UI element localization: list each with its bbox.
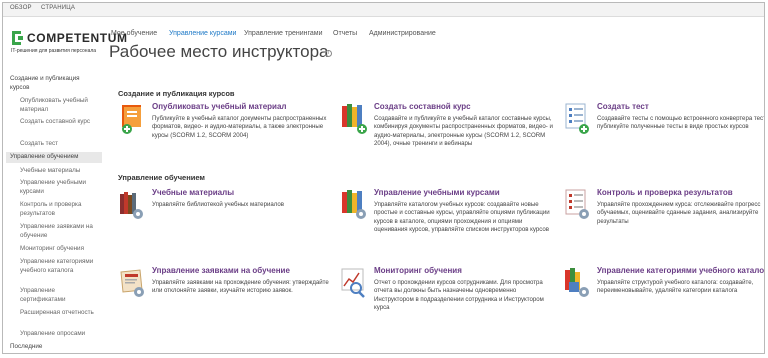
ribbon-tab-page[interactable]: СТРАНИЦА: [41, 5, 75, 11]
card-description: Публикуйте в учебный каталог документы р…: [152, 115, 327, 139]
card-title[interactable]: Создать составной курс: [374, 102, 471, 111]
catalog-categories-icon: [565, 268, 589, 297]
nav-my-learning[interactable]: Мое обучение: [111, 30, 157, 37]
card-create-test[interactable]: Создать тест Создавайте тесты с помощью …: [563, 102, 765, 164]
sidebar-item-monitoring[interactable]: Мониторинг обучения: [20, 245, 100, 254]
sidebar-item-materials[interactable]: Учебные материалы: [20, 167, 100, 176]
card-publish-material[interactable]: Опубликовать учебный материал Публикуйте…: [118, 102, 333, 164]
composite-course-icon: [342, 104, 367, 134]
requests-icon: [120, 269, 144, 297]
card-title[interactable]: Управление категориями учебного каталога: [597, 266, 764, 275]
card-description: Управляйте библиотекой учебных материало…: [152, 201, 284, 208]
ribbon-bar: ОБЗОР СТРАНИЦА: [3, 3, 764, 17]
sidebar-item-learning-management[interactable]: Управление обучением: [10, 153, 100, 162]
manage-courses-icon: [342, 190, 366, 219]
sidebar-item-results-control[interactable]: Контроль и проверка результатов: [20, 201, 100, 218]
card-title[interactable]: Учебные материалы: [152, 188, 234, 197]
nav-training-management[interactable]: Управление тренингами: [244, 30, 323, 37]
library-books-icon: [120, 192, 143, 219]
sidebar-item-surveys[interactable]: Управление опросами: [20, 330, 100, 339]
card-description: Отчет о прохождении курсов сотрудниками.…: [374, 279, 544, 311]
page-title: Рабочее место инструктора: [109, 42, 329, 61]
card-requests[interactable]: Управление заявками на обучение Управляй…: [118, 266, 333, 328]
sidebar-item-create-publish[interactable]: Создание и публикация курсов: [10, 75, 100, 92]
sidebar-item-certificates[interactable]: Управление сертификатами: [20, 287, 100, 304]
logo-tagline: IT-решения для развития персонала: [11, 48, 97, 54]
card-composite-course[interactable]: Создать составной курс Создавайте и публ…: [340, 102, 555, 164]
nav-administration[interactable]: Администрирование: [369, 30, 436, 37]
sidebar-item-manage-courses[interactable]: Управление учебными курсами: [20, 179, 100, 196]
card-description: Создавайте тесты с помощью встроенного к…: [597, 115, 765, 131]
card-title[interactable]: Опубликовать учебный материал: [152, 102, 287, 111]
sidebar-item-composite-course[interactable]: Создать составной курс: [20, 118, 100, 127]
card-catalog-categories[interactable]: Управление категориями учебного каталога…: [563, 266, 764, 328]
card-description: Управляйте прохождением курса: отслежива…: [597, 201, 761, 225]
card-description: Управляйте заявками на прохождение обуче…: [152, 279, 329, 295]
card-title[interactable]: Мониторинг обучения: [374, 266, 462, 275]
card-title[interactable]: Создать тест: [597, 102, 649, 111]
card-monitoring[interactable]: Мониторинг обучения Отчет о прохождении …: [340, 266, 555, 328]
monitoring-icon: [341, 268, 365, 298]
nav-reports[interactable]: Отчеты: [333, 30, 357, 37]
sidebar-item-catalog-categories[interactable]: Управление категориями учебного каталога: [20, 258, 100, 275]
publish-material-icon: [122, 105, 141, 134]
create-test-icon: [565, 103, 589, 134]
sidebar-item-create-test[interactable]: Создать тест: [20, 140, 100, 149]
section-title-create-publish: Создание и публикация курсов: [118, 89, 235, 98]
card-title[interactable]: Управление заявками на обучение: [152, 266, 290, 275]
info-icon[interactable]: i: [325, 50, 332, 57]
card-title[interactable]: Управление учебными курсами: [374, 188, 500, 197]
sidebar-item-publish-material[interactable]: Опубликовать учебный материал: [20, 97, 100, 114]
card-description: Управляйте каталогом учебных курсов: соз…: [374, 201, 550, 233]
logo-mark-icon: [12, 31, 23, 45]
sidebar-item-extended-reports[interactable]: Расширенная отчетность: [20, 309, 100, 318]
card-manage-courses[interactable]: Управление учебными курсами Управляйте к…: [340, 188, 555, 250]
sidebar-item-recent[interactable]: Последние: [10, 343, 100, 352]
card-title[interactable]: Контроль и проверка результатов: [597, 188, 733, 197]
card-results-control[interactable]: Контроль и проверка результатов Управляй…: [563, 188, 764, 250]
sidebar-item-requests[interactable]: Управление заявками на обучение: [20, 223, 100, 240]
app-frame: ОБЗОР СТРАНИЦА COMPETENTUM IT-решения дл…: [2, 2, 765, 354]
results-check-icon: [565, 189, 589, 219]
ribbon-tab-overview[interactable]: ОБЗОР: [10, 5, 32, 11]
section-title-learning-management: Управление обучением: [118, 173, 205, 182]
nav-course-management[interactable]: Управление курсами: [169, 30, 236, 37]
card-materials[interactable]: Учебные материалы Управляйте библиотекой…: [118, 188, 333, 250]
card-description: Создавайте и публикуйте в учебный катало…: [374, 115, 553, 147]
card-description: Управляйте структурой учебного каталога:…: [597, 279, 754, 295]
